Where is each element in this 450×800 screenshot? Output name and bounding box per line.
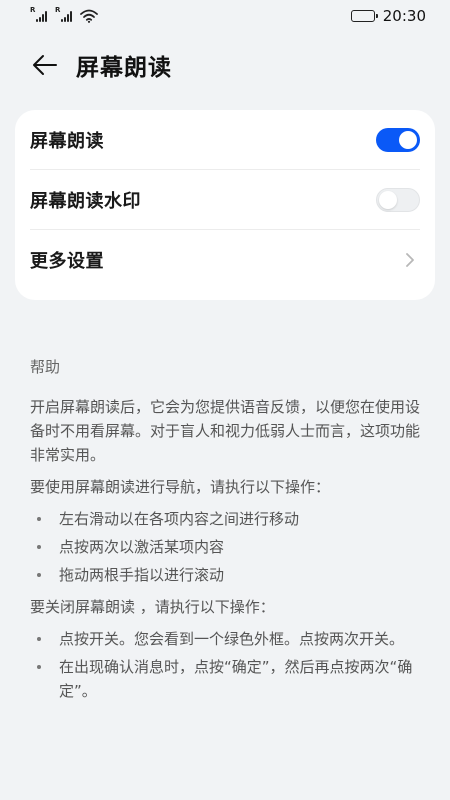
setting-label: 屏幕朗读 xyxy=(30,130,104,152)
back-button[interactable] xyxy=(28,48,62,82)
list-item: 点按开关。您会看到一个绿色外框。点按两次开关。 xyxy=(30,627,422,651)
help-nav-steps: 左右滑动以在各项内容之间进行移动 点按两次以激活某项内容 拖动两根手指以进行滚动 xyxy=(30,507,422,587)
chevron-right-icon xyxy=(400,250,420,270)
signal-icon: R xyxy=(55,6,72,22)
header: 屏幕朗读 xyxy=(0,40,450,90)
list-item: 点按两次以激活某项内容 xyxy=(30,535,422,559)
status-right: 20:30 xyxy=(350,7,426,25)
wifi-icon xyxy=(80,9,98,23)
setting-label: 屏幕朗读水印 xyxy=(30,190,141,212)
clock: 20:30 xyxy=(382,7,426,25)
help-nav-heading: 要使用屏幕朗读进行导航，请执行以下操作： xyxy=(30,478,331,496)
setting-row-watermark[interactable]: 屏幕朗读水印 xyxy=(30,170,420,230)
screen-reader-toggle[interactable] xyxy=(376,127,420,152)
status-left: R R xyxy=(30,6,98,23)
battery-icon xyxy=(350,10,378,22)
sim2-tag: R xyxy=(55,6,61,14)
list-item: 拖动两根手指以进行滚动 xyxy=(30,563,422,587)
setting-row-more-settings[interactable]: 更多设置 xyxy=(30,230,420,290)
sim1-tag: R xyxy=(30,6,36,14)
status-bar: R R 20:30 xyxy=(0,0,450,32)
setting-row-screen-reader[interactable]: 屏幕朗读 xyxy=(30,110,420,170)
list-item: 左右滑动以在各项内容之间进行移动 xyxy=(30,507,422,531)
help-off-steps: 点按开关。您会看到一个绿色外框。点按两次开关。 在出现确认消息时，点按“确定”，… xyxy=(30,627,422,703)
watermark-toggle[interactable] xyxy=(376,187,420,212)
help-intro: 开启屏幕朗读后，它会为您提供语音反馈，以便您在使用设备时不用看屏幕。对于盲人和视… xyxy=(30,398,421,464)
list-item: 在出现确认消息时，点按“确定”，然后再点按两次“确定”。 xyxy=(30,655,422,703)
help-off-heading: 要关闭屏幕朗读 ，请执行以下操作： xyxy=(30,598,275,616)
arrow-left-icon xyxy=(33,55,57,75)
help-title: 帮助 xyxy=(30,358,61,376)
help-section: 帮助 开启屏幕朗读后，它会为您提供语音反馈，以便您在使用设备时不用看屏幕。对于盲… xyxy=(30,355,422,711)
settings-card: 屏幕朗读 屏幕朗读水印 更多设置 xyxy=(15,110,435,300)
signal-icon: R xyxy=(30,6,47,22)
page-title: 屏幕朗读 xyxy=(76,55,172,81)
setting-label: 更多设置 xyxy=(30,251,104,272)
